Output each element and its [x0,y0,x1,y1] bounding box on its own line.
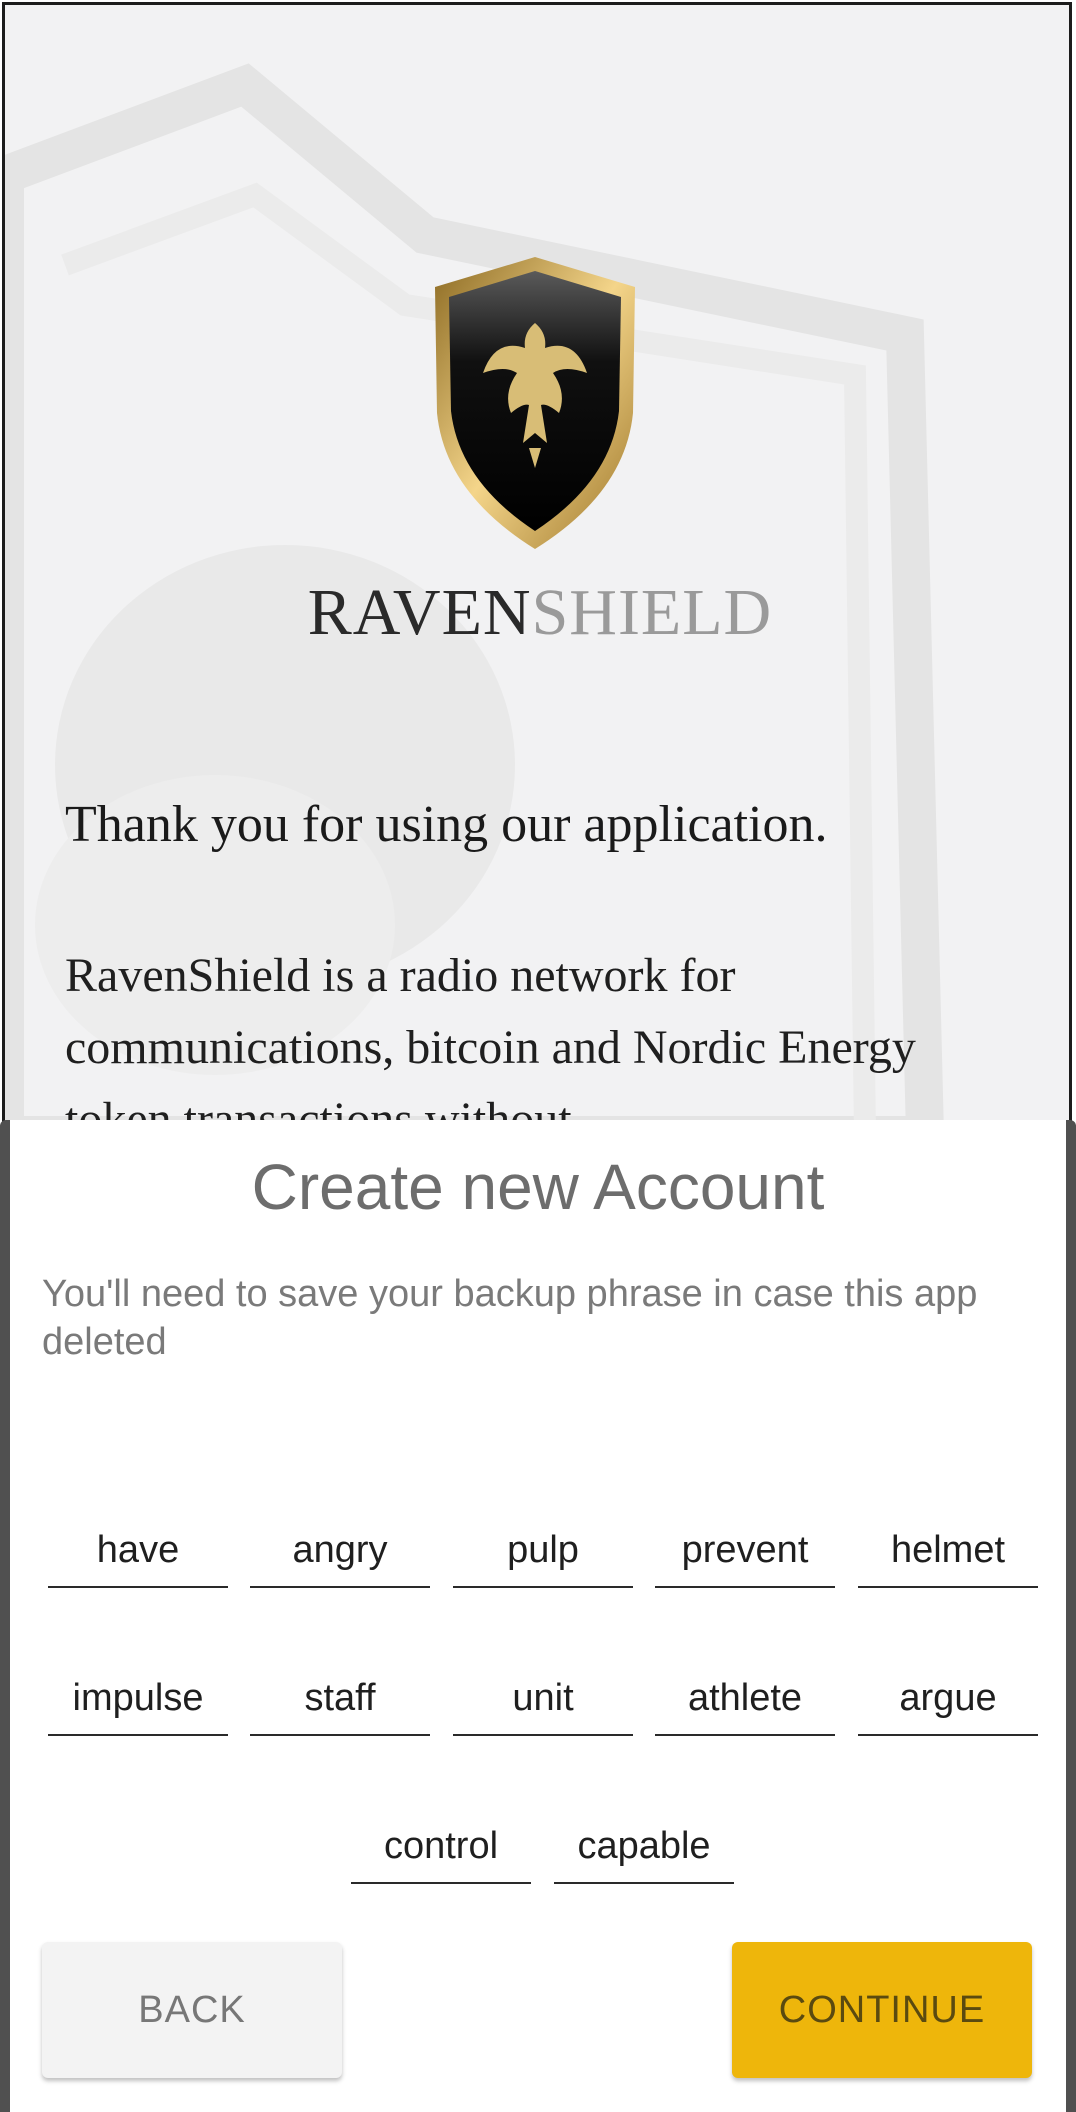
brand-wordmark-dark: RAVEN [307,576,532,649]
continue-button[interactable]: CONTINUE [732,1942,1032,2078]
backup-word-field: prevent [655,1504,835,1588]
backup-word-field: argue [858,1652,1038,1736]
backup-word-field: impulse [48,1652,228,1736]
brand-wordmark-light: SHIELD [531,576,773,649]
back-button[interactable]: BACK [42,1942,342,2078]
backup-word-field: helmet [858,1504,1038,1588]
thank-you-text: Thank you for using our application. [65,796,828,853]
backup-word-field: unit [453,1652,633,1736]
dialog-title: Create new Account [251,1151,825,1223]
brand-wordmark: RAVENSHIELD [5,575,1069,651]
splash-background: RAVENSHIELD Thank you for using our appl… [2,2,1072,1132]
backup-word-field: pulp [453,1504,633,1588]
dialog-subtitle: You'll need to save your backup phrase i… [42,1273,978,1363]
backup-word-field: control [351,1800,531,1884]
backup-word-field: athlete [655,1652,835,1736]
backup-word-field: capable [554,1800,734,1884]
backup-word-field: angry [250,1504,430,1588]
create-account-dialog: Create new Account You'll need to save y… [0,1120,1076,2112]
raven-shield-logo-icon [435,257,635,549]
backup-word-field: staff [250,1652,430,1736]
backup-word-field: have [48,1504,228,1588]
description-text: RavenShield is a radio network for commu… [65,949,916,1132]
